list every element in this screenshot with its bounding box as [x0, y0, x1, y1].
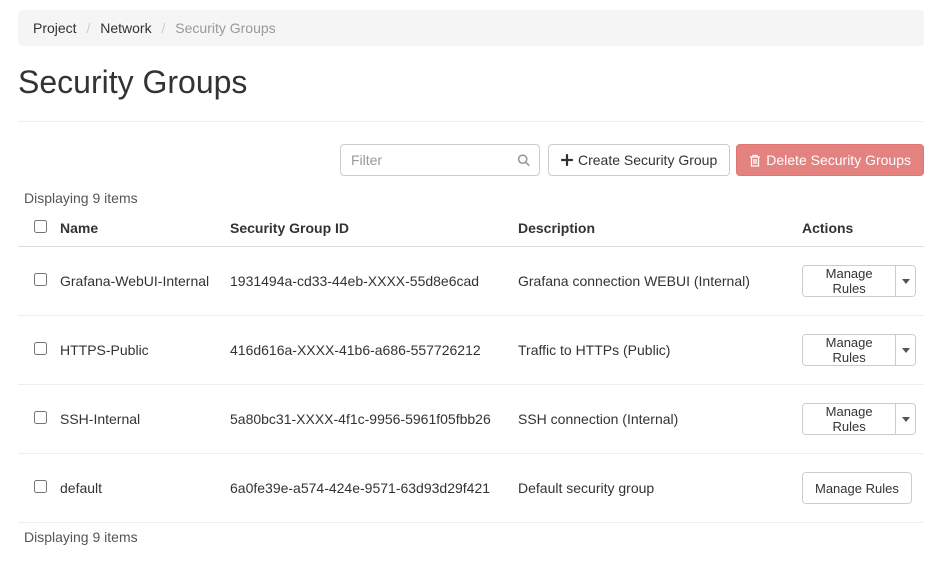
- toolbar: Create Security Group Delete Security Gr…: [18, 144, 924, 176]
- caret-down-icon: [902, 417, 910, 422]
- plus-icon: [561, 154, 573, 166]
- row-name: SSH-Internal: [52, 385, 222, 454]
- row-name: default: [52, 454, 222, 523]
- filter-input[interactable]: [340, 144, 540, 176]
- actions-dropdown-toggle[interactable]: [895, 404, 915, 434]
- create-button-label: Create Security Group: [578, 152, 717, 168]
- row-actions: Manage Rules: [794, 316, 924, 385]
- create-security-group-button[interactable]: Create Security Group: [548, 144, 730, 176]
- filter-wrap: [340, 144, 540, 176]
- row-security-group-id: 1931494a-cd33-44eb-XXXX-55d8e6cad: [222, 247, 510, 316]
- caret-down-icon: [902, 348, 910, 353]
- actions-dropdown-toggle[interactable]: [895, 266, 915, 296]
- breadcrumb-current: Security Groups: [175, 20, 275, 36]
- row-description: Grafana connection WEBUI (Internal): [510, 247, 794, 316]
- table-row: Grafana-WebUI-Internal1931494a-cd33-44eb…: [18, 247, 924, 316]
- page-title: Security Groups: [18, 64, 924, 107]
- caret-down-icon: [902, 279, 910, 284]
- row-checkbox[interactable]: [34, 411, 47, 424]
- row-checkbox-cell: [18, 316, 52, 385]
- row-checkbox-cell: [18, 454, 52, 523]
- row-checkbox[interactable]: [34, 342, 47, 355]
- select-all-checkbox[interactable]: [34, 220, 47, 233]
- row-name: Grafana-WebUI-Internal: [52, 247, 222, 316]
- delete-button-label: Delete Security Groups: [766, 152, 911, 168]
- manage-rules-button-group: Manage Rules: [802, 472, 912, 504]
- row-checkbox-cell: [18, 385, 52, 454]
- row-description: Traffic to HTTPs (Public): [510, 316, 794, 385]
- row-description: SSH connection (Internal): [510, 385, 794, 454]
- delete-security-groups-button[interactable]: Delete Security Groups: [736, 144, 924, 176]
- security-groups-table: Name Security Group ID Description Actio…: [18, 210, 924, 523]
- row-checkbox[interactable]: [34, 480, 47, 493]
- row-actions: Manage Rules: [794, 385, 924, 454]
- row-checkbox-cell: [18, 247, 52, 316]
- manage-rules-button[interactable]: Manage Rules: [803, 266, 895, 296]
- table-row: default6a0fe39e-a574-424e-9571-63d93d29f…: [18, 454, 924, 523]
- table-row: HTTPS-Public416d616a-XXXX-41b6-a686-5577…: [18, 316, 924, 385]
- header-actions: Actions: [794, 210, 924, 247]
- row-security-group-id: 6a0fe39e-a574-424e-9571-63d93d29f421: [222, 454, 510, 523]
- breadcrumb-network[interactable]: Network: [100, 20, 151, 36]
- table-row: SSH-Internal5a80bc31-XXXX-4f1c-9956-5961…: [18, 385, 924, 454]
- divider: [18, 121, 924, 122]
- manage-rules-button[interactable]: Manage Rules: [803, 473, 911, 503]
- manage-rules-button[interactable]: Manage Rules: [803, 335, 895, 365]
- breadcrumb-project[interactable]: Project: [33, 20, 77, 36]
- manage-rules-button-group: Manage Rules: [802, 334, 916, 366]
- breadcrumb-separator: /: [80, 20, 96, 36]
- actions-dropdown-toggle[interactable]: [895, 335, 915, 365]
- header-checkbox-cell: [18, 210, 52, 247]
- row-security-group-id: 416d616a-XXXX-41b6-a686-557726212: [222, 316, 510, 385]
- trash-icon: [749, 154, 761, 167]
- row-security-group-id: 5a80bc31-XXXX-4f1c-9956-5961f05fbb26: [222, 385, 510, 454]
- row-actions: Manage Rules: [794, 247, 924, 316]
- item-count-top: Displaying 9 items: [24, 190, 924, 206]
- manage-rules-button-group: Manage Rules: [802, 265, 916, 297]
- manage-rules-button-group: Manage Rules: [802, 403, 916, 435]
- breadcrumb: Project / Network / Security Groups: [18, 10, 924, 46]
- header-name: Name: [52, 210, 222, 247]
- breadcrumb-separator: /: [156, 20, 172, 36]
- header-description: Description: [510, 210, 794, 247]
- header-id: Security Group ID: [222, 210, 510, 247]
- item-count-bottom: Displaying 9 items: [24, 529, 924, 545]
- row-name: HTTPS-Public: [52, 316, 222, 385]
- row-description: Default security group: [510, 454, 794, 523]
- row-actions: Manage Rules: [794, 454, 924, 523]
- manage-rules-button[interactable]: Manage Rules: [803, 404, 895, 434]
- row-checkbox[interactable]: [34, 273, 47, 286]
